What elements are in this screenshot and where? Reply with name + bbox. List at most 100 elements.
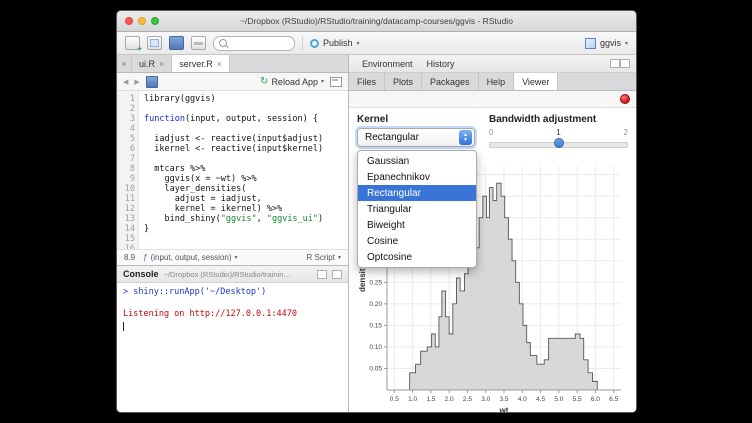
titlebar[interactable]: ~/Dropbox (RStudio)/RStudio/training/dat… [117, 11, 636, 32]
maximize-pane-icon[interactable] [620, 59, 630, 68]
code-line: adjust = iadjust, [144, 194, 348, 204]
line-number: 4 [117, 124, 135, 134]
svg-text:0.5: 0.5 [390, 396, 399, 403]
code-line: iadjust <- reactive(input$adjust) [144, 134, 348, 144]
popout-window-icon[interactable] [330, 77, 342, 87]
line-number: 12 [117, 204, 135, 214]
svg-text:0.15: 0.15 [369, 322, 382, 329]
kernel-option-gaussian[interactable]: Gaussian [358, 153, 476, 169]
line-number: 13 [117, 214, 135, 224]
select-arrows-icon: ▲▼ [459, 130, 472, 145]
line-number: 1 [117, 94, 135, 104]
line-number: 10 [117, 184, 135, 194]
toolbar-separator [302, 36, 303, 50]
code-line [144, 104, 348, 114]
project-menu[interactable]: ggvis ▾ [585, 38, 628, 49]
editor-tab-ui.R[interactable]: ui.R × [132, 55, 172, 72]
minimize-pane-icon[interactable] [610, 59, 620, 68]
go-to-file-field[interactable] [213, 36, 295, 51]
code-line: mtcars %>% [144, 164, 348, 174]
kernel-option-triangular[interactable]: Triangular [358, 201, 476, 217]
forward-icon[interactable]: ▶ [134, 78, 139, 86]
slider-handle[interactable] [554, 138, 564, 148]
tab-packages[interactable]: Packages [422, 73, 479, 90]
line-number: 7 [117, 154, 135, 164]
scope-selector[interactable]: ƒ (input, output, session) ▾ [143, 253, 237, 262]
close-tab-icon[interactable]: × [217, 59, 222, 69]
tab-label: server.R [179, 59, 213, 69]
shiny-app: Kernel Rectangular ▲▼ Bandwidth adjustme… [349, 108, 636, 412]
kernel-option-optcosine[interactable]: Optcosine [358, 249, 476, 265]
tab-viewer[interactable]: Viewer [514, 73, 558, 90]
svg-text:5.0: 5.0 [554, 396, 563, 403]
new-file-icon[interactable] [125, 36, 140, 50]
minimize-window-button[interactable] [138, 17, 146, 25]
publish-label: Publish [323, 38, 353, 48]
kernel-option-biweight[interactable]: Biweight [358, 217, 476, 233]
close-tab-icon[interactable]: × [159, 59, 164, 69]
new-project-icon[interactable] [147, 36, 162, 50]
console-title: Console [123, 269, 159, 279]
svg-text:3.5: 3.5 [499, 396, 508, 403]
search-icon [219, 39, 227, 47]
code-line: kernel = ikernel) %>% [144, 204, 348, 214]
chevron-down-icon: ▾ [338, 254, 341, 261]
traffic-lights [125, 17, 159, 25]
code-editor[interactable]: 12345678910111213141516 library(ggvis) f… [117, 91, 348, 249]
svg-text:0.20: 0.20 [369, 301, 382, 308]
save-icon[interactable] [146, 76, 158, 88]
code-line: library(ggvis) [144, 94, 348, 104]
right-column: EnvironmentHistory FilesPlotsPackagesHel… [349, 55, 636, 412]
reload-icon: ↻ [260, 77, 268, 87]
svg-text:1.0: 1.0 [408, 396, 417, 403]
console-line: Listening on http://127.0.0.1:4470 [123, 309, 342, 320]
svg-text:3.0: 3.0 [481, 396, 490, 403]
console-pane: Console ~/Dropbox (RStudio)/RStudio/trai… [117, 265, 348, 412]
tab-help[interactable]: Help [479, 73, 515, 90]
tab-label: ui.R [139, 59, 155, 69]
kernel-option-rectangular[interactable]: Rectangular [358, 185, 476, 201]
line-number: 6 [117, 144, 135, 154]
minimize-pane-icon[interactable] [317, 270, 327, 279]
kernel-select[interactable]: Rectangular ▲▼ [357, 128, 475, 147]
console-output[interactable]: > shiny::runApp('~/Desktop') Listening o… [117, 283, 348, 412]
publish-button[interactable]: Publish ▾ [310, 38, 360, 48]
bandwidth-slider[interactable]: 0 1 2 [489, 128, 628, 156]
function-icon: ƒ [143, 253, 147, 262]
code-line [144, 124, 348, 134]
line-number: 14 [117, 224, 135, 234]
file-type-menu[interactable]: R Script ▾ [307, 253, 341, 262]
code-line: bind_shiny("ggvis", "ggvis_ui") [144, 214, 348, 224]
stop-app-button[interactable] [620, 94, 630, 104]
kernel-label: Kernel [357, 114, 475, 125]
line-number: 15 [117, 234, 135, 244]
svg-text:0.25: 0.25 [369, 279, 382, 286]
back-icon[interactable]: ◀ [123, 78, 128, 86]
kernel-option-epanechnikov[interactable]: Epanechnikov [358, 169, 476, 185]
console-line [123, 298, 342, 309]
tab-nav-icon[interactable]: « [117, 55, 132, 72]
tab-files[interactable]: Files [349, 73, 385, 90]
scope-label: (input, output, session) [151, 253, 232, 262]
editor-tab-server.R[interactable]: server.R × [172, 55, 230, 72]
code-line: ikernel <- reactive(input$kernel) [144, 144, 348, 154]
reload-app-button[interactable]: ↻ Reload App ▾ [260, 77, 324, 87]
tab-environment[interactable]: Environment [355, 59, 420, 69]
print-icon[interactable] [191, 36, 206, 50]
editor-toolbar: ◀ ▶ ↻ Reload App ▾ [117, 73, 348, 91]
console-header[interactable]: Console ~/Dropbox (RStudio)/RStudio/trai… [117, 266, 348, 283]
text-cursor [123, 322, 124, 331]
save-icon[interactable] [169, 36, 184, 50]
code-line: ggvis(x = ~wt) %>% [144, 174, 348, 184]
maximize-pane-icon[interactable] [332, 270, 342, 279]
kernel-dropdown-list[interactable]: GaussianEpanechnikovRectangularTriangula… [357, 150, 477, 268]
line-number: 3 [117, 114, 135, 124]
close-window-button[interactable] [125, 17, 133, 25]
tab-history[interactable]: History [420, 59, 462, 69]
code-line: function(input, output, session) { [144, 114, 348, 124]
tab-plots[interactable]: Plots [385, 73, 422, 90]
kernel-option-cosine[interactable]: Cosine [358, 233, 476, 249]
viewer-pane: FilesPlotsPackagesHelpViewer Kernel Rect… [349, 73, 636, 412]
chevron-down-icon: ▾ [625, 40, 628, 47]
zoom-window-button[interactable] [151, 17, 159, 25]
